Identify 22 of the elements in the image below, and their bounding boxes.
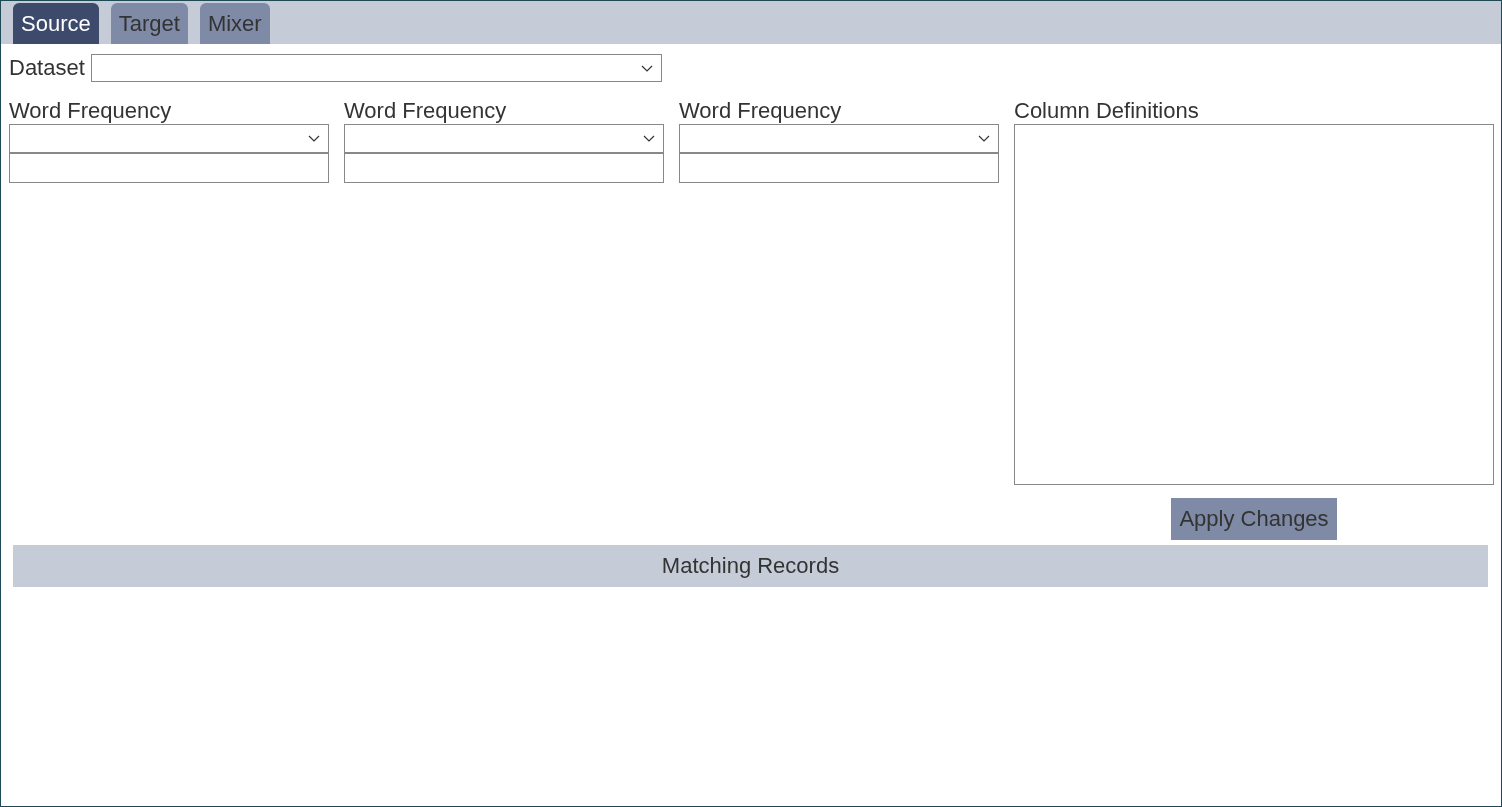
column-definitions-label: Column Definitions: [1014, 98, 1200, 124]
column-definitions-field[interactable]: [1014, 124, 1494, 485]
filter-input-field[interactable]: [9, 153, 329, 183]
chevron-icon: [978, 135, 990, 142]
chevron-icon: [643, 135, 655, 142]
tab[interactable]: Source: [13, 3, 99, 44]
tab[interactable]: Target: [110, 3, 188, 44]
filter-label: Word Frequency: [9, 98, 173, 124]
tab[interactable]: Mixer: [199, 3, 270, 44]
chevron-icon: [640, 64, 653, 72]
apply-changes-button[interactable]: Apply Changes: [1171, 498, 1337, 540]
filter-dropdown[interactable]: [679, 124, 999, 153]
filter-label: Word Frequency: [344, 98, 508, 124]
filter-input-field[interactable]: [344, 153, 664, 183]
filter-label: Word Frequency: [679, 98, 843, 124]
chevron-icon: [308, 135, 320, 142]
dataset-dropdown[interactable]: [90, 54, 662, 82]
dataset-label: Dataset: [9, 55, 85, 81]
filter-dropdown[interactable]: [9, 124, 329, 153]
filter-input-field[interactable]: [679, 153, 999, 183]
filter-dropdown[interactable]: [344, 124, 664, 153]
matching-records-header: Matching Records: [13, 545, 1488, 587]
